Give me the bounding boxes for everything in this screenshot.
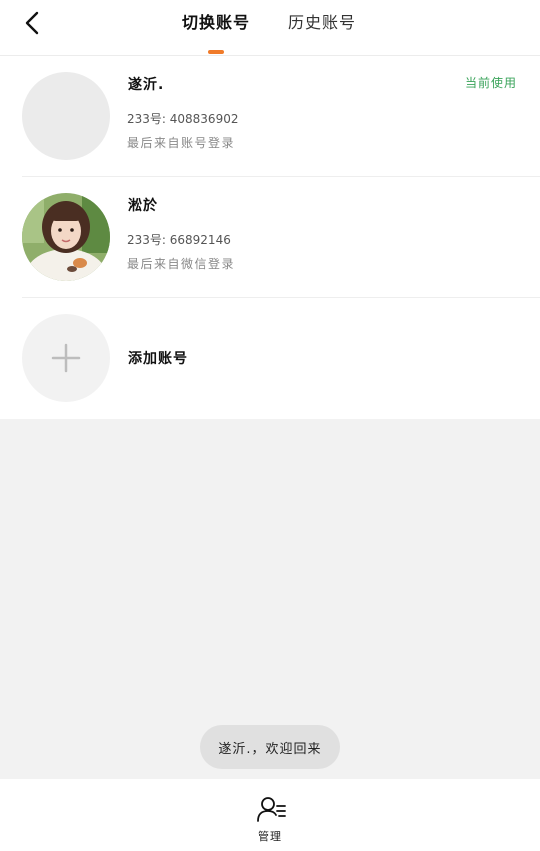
account-list: 遂沂. 233号: 408836902 最后来自账号登录 当前使用 淞於 233… [0, 56, 540, 419]
account-id: 233号: 66892146 [127, 233, 231, 247]
avatar [22, 193, 110, 281]
manage-button[interactable]: 管理 [250, 795, 290, 843]
active-tab-indicator [208, 50, 224, 54]
top-bar: 切换账号 历史账号 [0, 0, 540, 56]
add-account-button[interactable]: 添加账号 [0, 298, 540, 419]
avatar-photo [22, 193, 110, 281]
account-name: 遂沂. [128, 77, 165, 93]
add-avatar-circle [22, 314, 110, 402]
manage-label: 管理 [258, 830, 282, 843]
account-item[interactable]: 遂沂. 233号: 408836902 最后来自账号登录 当前使用 [0, 56, 540, 177]
user-list-icon [257, 797, 286, 822]
current-account-badge: 当前使用 [464, 76, 517, 90]
chevron-left-icon [25, 11, 39, 35]
bottom-bar: 管理 [0, 779, 540, 851]
account-login-source: 最后来自账号登录 [127, 136, 236, 150]
welcome-toast: 遂沂.，欢迎回来 [200, 725, 340, 769]
avatar [22, 72, 110, 160]
account-login-source: 最后来自微信登录 [127, 257, 236, 271]
toast-text: 遂沂.，欢迎回来 [218, 741, 322, 757]
add-account-label: 添加账号 [128, 351, 188, 367]
account-name: 淞於 [128, 198, 158, 214]
back-button[interactable] [18, 8, 48, 38]
account-item[interactable]: 淞於 233号: 66892146 最后来自微信登录 [0, 177, 540, 298]
tab-switch-account[interactable]: 切换账号 [182, 11, 250, 35]
plus-icon [51, 343, 81, 373]
account-id: 233号: 408836902 [127, 112, 239, 126]
tab-history-accounts[interactable]: 历史账号 [288, 11, 356, 35]
